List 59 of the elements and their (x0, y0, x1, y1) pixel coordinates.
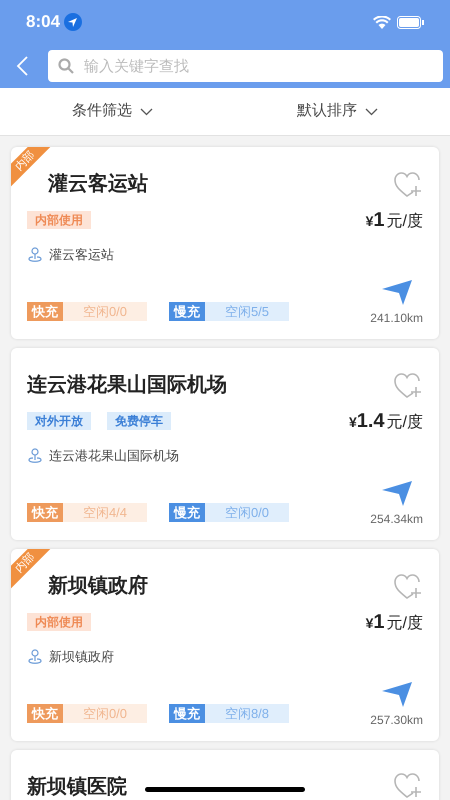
currency-symbol: ¥ (366, 212, 374, 231)
chevron-down-icon (140, 108, 153, 116)
filter-dropdown[interactable]: 默认排序 (225, 88, 450, 135)
battery-icon (397, 16, 424, 28)
station-tag: 对外开放 (27, 412, 91, 430)
station-card[interactable]: 连云港花果山国际机场 对外开放 免费停车 ¥1.4元/度 连云港花果山国际机场 快充 空闲4/4 慢充 空闲0/0 254.34km (11, 348, 439, 540)
station-address: 连云港花果山国际机场 (49, 447, 179, 465)
navigate-arrow-icon[interactable] (381, 480, 413, 506)
charger-type-label: 快充 (27, 704, 63, 722)
charger-availability: 空闲0/0 (63, 302, 147, 320)
station-card[interactable]: 新坝镇医院 (11, 750, 439, 800)
station-tag: 内部使用 (27, 211, 91, 229)
station-tag: 免费停车 (107, 412, 171, 430)
distance-text: 241.10km (370, 310, 423, 326)
status-time: 8:04 (26, 11, 60, 34)
price-value: 1.4 (356, 409, 385, 434)
location-pin-icon (27, 448, 43, 464)
price-value: 1 (373, 208, 385, 233)
currency-symbol: ¥ (366, 614, 374, 633)
station-card[interactable]: 内部 灌云客运站 内部使用 ¥1元/度 灌云客运站 快充 空闲0/0 慢充 空闲5/5 241.10km (11, 147, 439, 339)
charger-type-label: 慢充 (169, 302, 205, 320)
station-name: 新坝镇医院 (27, 774, 127, 800)
charger-availability: 空闲5/5 (205, 302, 289, 320)
station-name: 连云港花果山国际机场 (27, 373, 227, 398)
location-pin-icon (27, 246, 43, 263)
favorite-add-icon[interactable] (393, 772, 423, 798)
location-pin-icon (27, 648, 43, 665)
price-unit: 元/度 (386, 412, 423, 433)
favorite-add-icon[interactable] (393, 171, 423, 197)
station-tag: 内部使用 (27, 613, 91, 631)
wifi-icon (373, 16, 391, 28)
navigate-arrow-icon[interactable] (381, 680, 413, 706)
favorite-add-icon[interactable] (393, 372, 423, 398)
filter-dropdown[interactable]: 条件筛选 (0, 88, 225, 135)
station-card[interactable]: 内部 新坝镇政府 内部使用 ¥1元/度 新坝镇政府 快充 空闲0/0 慢充 空闲8/8 257.30km (11, 549, 439, 741)
back-icon[interactable] (16, 56, 28, 76)
charger-type-label: 慢充 (169, 704, 205, 722)
charger-availability: 空闲8/8 (205, 704, 289, 722)
distance-text: 254.34km (370, 510, 423, 528)
chevron-down-icon (365, 108, 378, 116)
station-name: 灌云客运站 (46, 172, 148, 197)
navigate-arrow-icon[interactable] (381, 278, 413, 304)
search-icon (58, 58, 74, 74)
charger-availability: 空闲4/4 (63, 502, 147, 522)
price-unit: 元/度 (386, 614, 423, 634)
charger-availability: 空闲0/0 (63, 704, 147, 722)
search-field[interactable]: 输入关键字查找 (48, 50, 443, 82)
station-name: 新坝镇政府 (46, 574, 148, 599)
charger-type-label: 快充 (27, 502, 63, 522)
distance-text: 257.30km (370, 712, 423, 728)
price-value: 1 (373, 610, 385, 635)
charger-type-label: 快充 (27, 302, 63, 320)
favorite-add-icon[interactable] (393, 573, 423, 599)
charger-availability: 空闲0/0 (205, 502, 289, 522)
charger-type-label: 慢充 (169, 502, 205, 522)
station-address: 灌云客运站 (49, 246, 114, 264)
price-unit: 元/度 (386, 212, 423, 232)
currency-symbol: ¥ (348, 413, 357, 432)
station-address: 新坝镇政府 (49, 648, 114, 666)
